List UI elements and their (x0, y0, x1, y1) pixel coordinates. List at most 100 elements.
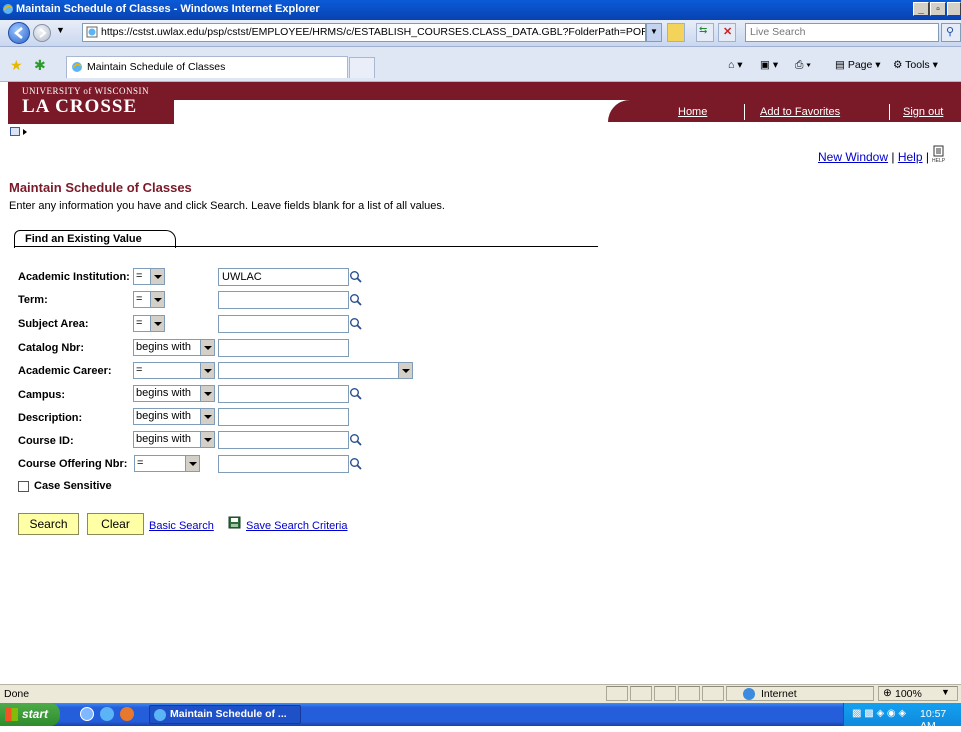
save-search-criteria-link[interactable]: Save Search Criteria (246, 520, 348, 532)
lookup-icon[interactable] (349, 457, 363, 471)
course-id-input[interactable] (218, 431, 349, 449)
header-divider (744, 104, 745, 120)
campus-operator[interactable]: begins with (133, 385, 215, 402)
course-offering-nbr-label: Course Offering Nbr: (18, 458, 128, 470)
case-sensitive-label: Case Sensitive (34, 480, 112, 492)
tab-current[interactable]: Maintain Schedule of Classes (66, 56, 348, 78)
tray-icons[interactable]: ▩ ▩ ◈ ◉ ◈ (852, 708, 906, 719)
ie-quicklaunch-icon[interactable] (100, 707, 114, 721)
search-placeholder: Live Search (750, 26, 806, 38)
chevron-down-icon (150, 292, 164, 307)
new-tab-button[interactable] (349, 57, 375, 78)
home-link[interactable]: Home (678, 106, 707, 118)
sign-out-link[interactable]: Sign out (903, 106, 943, 118)
start-button[interactable]: start (0, 703, 60, 726)
link-separator: | (891, 150, 895, 164)
term-input[interactable] (218, 291, 349, 309)
address-text: https://cstst.uwlax.edu/psp/cstst/EMPLOY… (101, 26, 646, 38)
course-id-operator[interactable]: begins with (133, 431, 215, 448)
tab-title: Maintain Schedule of Classes (87, 61, 226, 73)
subject-area-input[interactable] (218, 315, 349, 333)
lookup-icon[interactable] (349, 317, 363, 331)
operator-value: = (136, 317, 143, 329)
taskbar-task-label: Maintain Schedule of ... (170, 708, 287, 720)
academic-career-label: Academic Career: (18, 365, 112, 377)
page-menu-label: Page (847, 59, 873, 71)
add-favorites-icon[interactable]: ✱ (34, 57, 46, 74)
catalog-nbr-input[interactable] (218, 339, 349, 357)
description-label: Description: (18, 412, 83, 424)
menu-toggle-icon[interactable] (10, 127, 20, 136)
taskbar-ie-window[interactable]: Maintain Schedule of ... (149, 705, 301, 724)
lock-icon[interactable] (667, 23, 685, 42)
zone-pane[interactable]: Internet (726, 686, 874, 701)
clear-button[interactable]: Clear (87, 513, 144, 535)
academic-institution-label: Academic Institution: (18, 271, 130, 283)
address-dropdown[interactable]: ▼ (646, 23, 662, 42)
academic-career-select[interactable] (218, 362, 413, 379)
search-icon[interactable]: ⚲ (941, 23, 961, 42)
header-band (174, 82, 961, 100)
print-icon[interactable]: ⎙ ▾ (795, 59, 811, 72)
tools-menu[interactable]: ⚙ Tools ▾ (893, 59, 938, 71)
course-offering-nbr-operator[interactable]: = (134, 455, 200, 472)
basic-search-link[interactable]: Basic Search (149, 520, 214, 532)
description-operator[interactable]: begins with (133, 408, 215, 425)
term-label: Term: (18, 294, 48, 306)
help-link[interactable]: Help (898, 150, 923, 164)
history-dropdown-icon[interactable]: ▼ (56, 25, 65, 35)
stop-button[interactable]: ✕ (718, 23, 736, 42)
subject-area-operator[interactable]: = (133, 315, 165, 332)
lookup-icon[interactable] (349, 293, 363, 307)
search-button[interactable]: Search (18, 513, 79, 535)
home-icon[interactable]: ⌂ ▾ (728, 59, 743, 71)
refresh-button[interactable]: ⇆ (696, 23, 714, 42)
term-operator[interactable]: = (133, 291, 165, 308)
live-search-input[interactable]: Live Search (745, 23, 939, 42)
address-input[interactable]: https://cstst.uwlax.edu/psp/cstst/EMPLOY… (82, 23, 646, 42)
favorites-star-icon[interactable]: ★ (10, 57, 23, 74)
windows-logo-icon (5, 708, 18, 721)
show-desktop-icon[interactable] (80, 707, 94, 721)
course-offering-nbr-input[interactable] (218, 455, 349, 473)
forward-button[interactable] (33, 24, 51, 42)
description-input[interactable] (218, 408, 349, 426)
help-page-icon[interactable]: HELP (931, 145, 947, 163)
operator-value: begins with (136, 387, 192, 399)
operator-value: = (136, 270, 143, 282)
chevron-down-icon (150, 269, 164, 284)
utility-links: New Window | Help | (818, 150, 929, 164)
menu-expand-arrow-icon[interactable] (23, 129, 27, 135)
academic-institution-operator[interactable]: = (133, 268, 165, 285)
feeds-icon[interactable]: ▣ ▾ (760, 59, 778, 71)
case-sensitive-checkbox[interactable] (18, 481, 29, 492)
window-titlebar[interactable]: Maintain Schedule of Classes - Windows I… (0, 0, 961, 20)
page-menu[interactable]: ▤ Page ▾ (835, 59, 881, 71)
back-button[interactable] (8, 22, 30, 44)
status-pane (702, 686, 724, 701)
close-button[interactable] (947, 2, 961, 16)
lookup-icon[interactable] (349, 433, 363, 447)
zoom-icon: ⊕ (883, 687, 892, 699)
lookup-icon[interactable] (349, 270, 363, 284)
clock: 10:57 AM (920, 708, 947, 732)
campus-input[interactable] (218, 385, 349, 403)
firefox-quicklaunch-icon[interactable] (120, 707, 134, 721)
new-window-link[interactable]: New Window (818, 150, 888, 164)
tools-menu-label: Tools (905, 59, 930, 71)
status-text: Done (4, 688, 30, 700)
save-disk-icon[interactable] (228, 516, 241, 529)
status-pane (630, 686, 652, 701)
restore-button[interactable]: ▫ (930, 2, 946, 16)
start-label: start (22, 707, 49, 721)
add-to-favorites-link[interactable]: Add to Favorites (760, 106, 840, 118)
page-icon (86, 26, 98, 38)
catalog-nbr-label: Catalog Nbr: (18, 342, 84, 354)
zoom-pane[interactable]: ⊕ 100% ▼ (878, 686, 958, 701)
academic-institution-input[interactable]: UWLAC (218, 268, 349, 286)
minimize-button[interactable]: _ (913, 2, 929, 16)
page-instructions: Enter any information you have and click… (9, 200, 445, 212)
lookup-icon[interactable] (349, 387, 363, 401)
academic-career-operator[interactable]: = (133, 362, 215, 379)
catalog-nbr-operator[interactable]: begins with (133, 339, 215, 356)
